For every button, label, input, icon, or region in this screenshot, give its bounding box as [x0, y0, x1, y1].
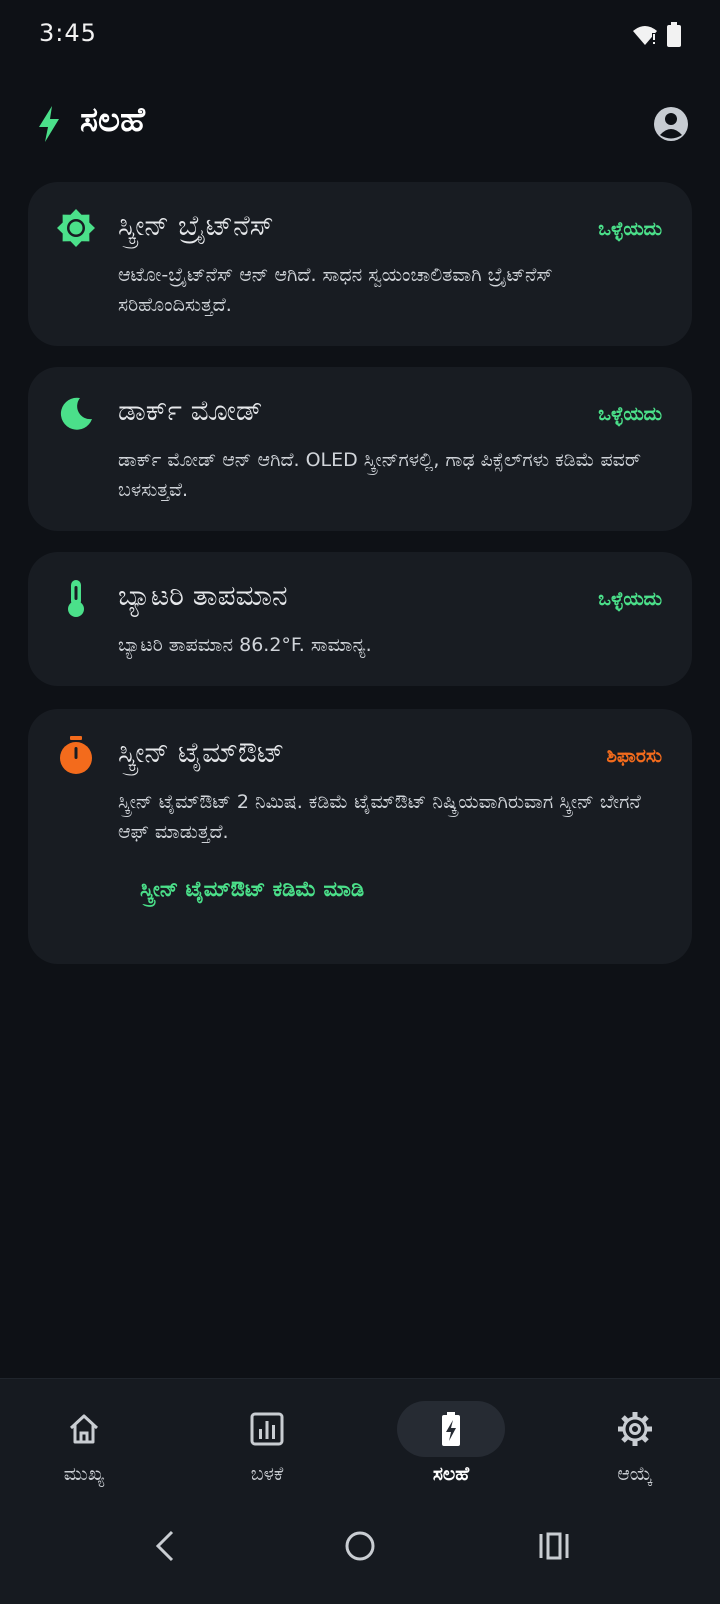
card-title: ಡಾರ್ಕ್ ಮೋಡ್: [118, 394, 263, 427]
chart-icon: [250, 1412, 284, 1446]
tip-card-screen-timeout[interactable]: ಸ್ಕ್ರೀನ್ ಟೈಮ್‌ಔಟ್ ಶಿಫಾರಸು ಸ್ಕ್ರೀನ್ ಟೈಮ್‌…: [28, 709, 692, 964]
bolt-logo-icon: [39, 106, 59, 142]
card-title: ಸ್ಕ್ರೀನ್ ಟೈಮ್‌ಔಟ್: [118, 736, 285, 769]
home-circle-icon[interactable]: [340, 1526, 380, 1566]
nav-item-tips[interactable]: ಸಲಹೆ: [381, 1379, 521, 1499]
card-description: ಡಾರ್ಕ್ ಮೋಡ್ ಆನ್ ಆಗಿದೆ. OLED ಸ್ಕ್ರೀನ್‌ಗಳಲ…: [118, 449, 642, 501]
nav-item-usage[interactable]: ಬಳಕೆ: [197, 1379, 337, 1499]
brightness-icon: [57, 209, 95, 247]
account-icon[interactable]: [653, 106, 689, 142]
nav-label: ಸಲಹೆ: [432, 1463, 470, 1485]
bottom-navigation: ಮುಖ್ಯ ಬಳಕೆ ಸಲಹೆ ಆಯ್ಕೆ: [0, 1378, 720, 1498]
nav-label: ಬಳಕೆ: [250, 1463, 284, 1485]
status-bar: 3:45: [0, 0, 720, 70]
card-title: ಬ್ಯಾಟರಿ ತಾಪಮಾನ: [118, 579, 288, 612]
status-time: 3:45: [39, 19, 97, 47]
status-badge: ಒಳ್ಳೆಯದು: [598, 218, 662, 240]
nav-label: ಆಯ್ಕೆ: [617, 1463, 653, 1485]
status-badge: ಒಳ್ಳೆಯದು: [598, 588, 662, 610]
card-description: ಸ್ಕ್ರೀನ್ ಟೈಮ್‌ಔಟ್ 2 ನಿಮಿಷ. ಕಡಿಮೆ ಟೈಮ್‌ಔಟ…: [118, 791, 641, 843]
status-badge: ಒಳ್ಳೆಯದು: [598, 403, 662, 425]
recents-icon[interactable]: [534, 1526, 574, 1566]
reduce-timeout-button[interactable]: ಸ್ಕ್ರೀನ್ ಟೈಮ್‌ಔಟ್ ಕಡಿಮೆ ಮಾಡಿ: [140, 877, 364, 902]
nav-item-settings[interactable]: ಆಯ್ಕೆ: [565, 1379, 705, 1499]
battery-bolt-icon: [442, 1412, 460, 1446]
wifi-icon: [633, 26, 657, 45]
card-description: ಆಟೋ-ಬ್ರೈಟ್‌ನೆಸ್ ಆನ್ ಆಗಿದೆ. ಸಾಧನ ಸ್ವಯಂಚಾಲ…: [118, 264, 553, 316]
nav-label: ಮುಖ್ಯ: [63, 1463, 105, 1485]
system-navigation: [0, 1498, 720, 1604]
back-icon[interactable]: [146, 1526, 186, 1566]
card-description: ಬ್ಯಾಟರಿ ತಾಪಮಾನ 86.2°F. ಸಾಮಾನ್ಯ.: [118, 634, 372, 656]
thermometer-icon: [68, 580, 84, 617]
page-title: ಸಲಹೆ: [80, 100, 146, 140]
card-title: ಸ್ಕ್ರೀನ್ ಬ್ರೈಟ್‌ನೆಸ್: [118, 209, 274, 242]
moon-icon: [60, 397, 92, 430]
status-icons: [632, 22, 682, 48]
gear-icon: [618, 1412, 652, 1446]
app-header: ಸಲಹೆ: [0, 92, 720, 156]
tip-card-dark-mode[interactable]: ಡಾರ್ಕ್ ಮೋಡ್ ಒಳ್ಳೆಯದು ಡಾರ್ಕ್ ಮೋಡ್ ಆನ್ ಆಗಿ…: [28, 367, 692, 531]
nav-item-home[interactable]: ಮುಖ್ಯ: [14, 1379, 154, 1499]
timer-icon: [60, 736, 92, 774]
tip-card-battery-temperature[interactable]: ಬ್ಯಾಟರಿ ತಾಪಮಾನ ಒಳ್ಳೆಯದು ಬ್ಯಾಟರಿ ತಾಪಮಾನ 8…: [28, 552, 692, 686]
home-icon: [69, 1414, 99, 1444]
battery-icon: [667, 22, 681, 47]
status-badge: ಶಿಫಾರಸು: [606, 745, 662, 767]
tip-card-brightness[interactable]: ಸ್ಕ್ರೀನ್ ಬ್ರೈಟ್‌ನೆಸ್ ಒಳ್ಳೆಯದು ಆಟೋ-ಬ್ರೈಟ್…: [28, 182, 692, 346]
